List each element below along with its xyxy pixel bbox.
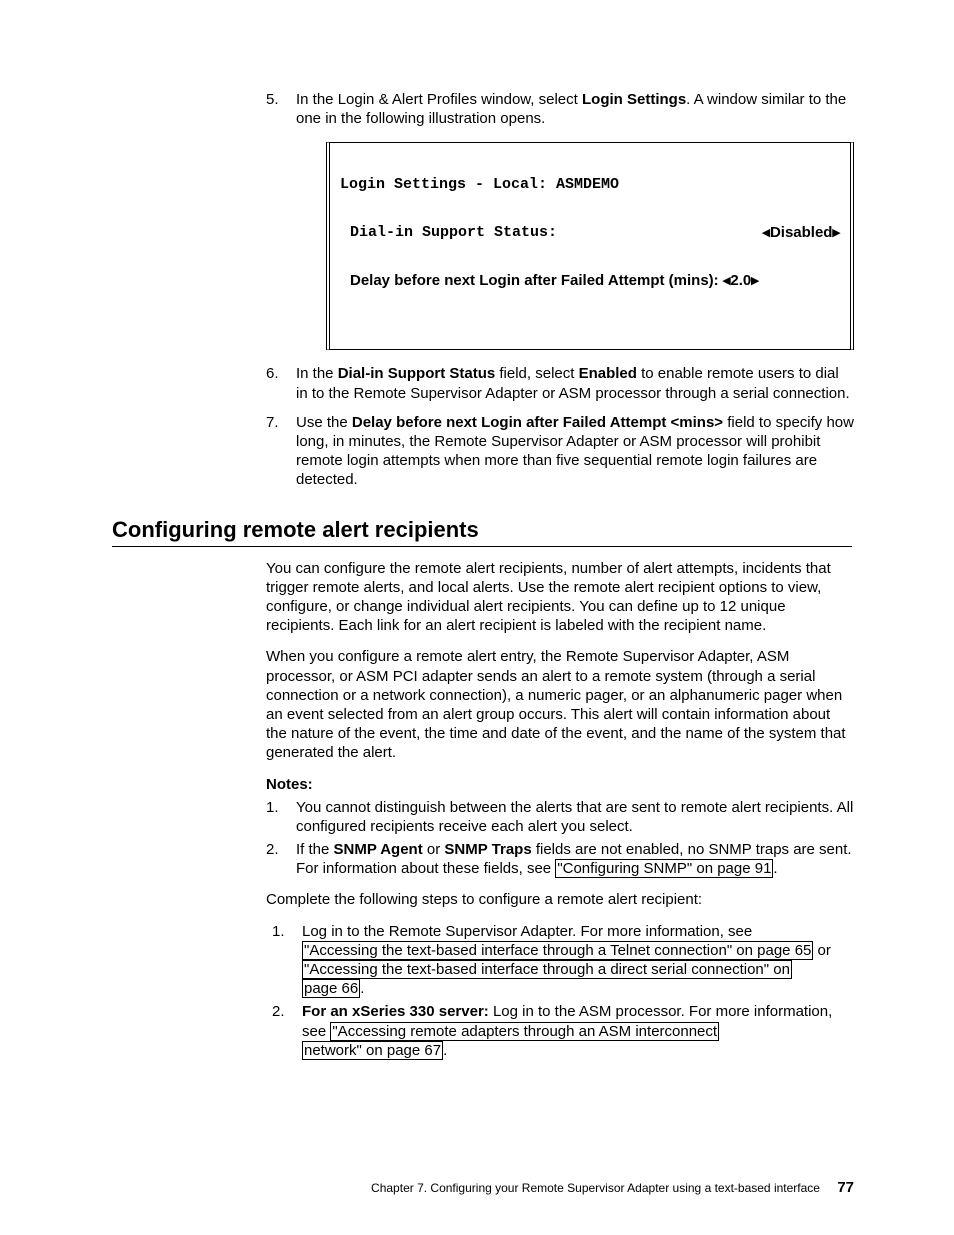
bold-text: SNMP Traps bbox=[444, 841, 531, 858]
step-number: 7. bbox=[266, 413, 279, 432]
page-number: 77 bbox=[837, 1179, 854, 1196]
step-number: 5. bbox=[266, 90, 279, 109]
text: Use the bbox=[296, 414, 352, 431]
cross-reference-link[interactable]: page 66 bbox=[302, 979, 360, 998]
note-item: 1. You cannot distinguish between the al… bbox=[266, 798, 854, 836]
text: . bbox=[773, 860, 777, 877]
terminal-screenshot: Login Settings - Local: ASMDEMO Dial-in … bbox=[326, 142, 854, 350]
text: or bbox=[423, 841, 445, 858]
terminal-line: Dial-in Support Status: bbox=[350, 221, 557, 245]
step-number: 6. bbox=[266, 364, 279, 383]
text: . bbox=[360, 980, 364, 997]
cross-reference-link[interactable]: "Configuring SNMP" on page 91 bbox=[555, 859, 773, 878]
step-item: 1. Log in to the Remote Supervisor Adapt… bbox=[272, 922, 854, 999]
page-footer: Chapter 7. Configuring your Remote Super… bbox=[371, 1178, 854, 1197]
terminal-line: Delay before next Login after Failed Att… bbox=[340, 269, 840, 293]
footer-text: Chapter 7. Configuring your Remote Super… bbox=[371, 1181, 820, 1195]
text: In the Login & Alert Profiles window, se… bbox=[296, 91, 582, 108]
note-number: 1. bbox=[266, 798, 279, 817]
text: or bbox=[813, 942, 831, 959]
note-item: 2. If the SNMP Agent or SNMP Traps field… bbox=[266, 840, 854, 878]
bold-text: Login Settings bbox=[582, 91, 686, 108]
cross-reference-link[interactable]: network" on page 67 bbox=[302, 1041, 443, 1060]
bold-text: SNMP Agent bbox=[334, 841, 423, 858]
cross-reference-link[interactable]: "Accessing the text-based interface thro… bbox=[302, 941, 813, 960]
step-6: 6. In the Dial-in Support Status field, … bbox=[266, 364, 854, 402]
terminal-line: Login Settings - Local: ASMDEMO bbox=[340, 173, 840, 197]
step-5: 5. In the Login & Alert Profiles window,… bbox=[266, 90, 854, 350]
text: You cannot distinguish between the alert… bbox=[296, 799, 853, 835]
paragraph: You can configure the remote alert recip… bbox=[266, 559, 854, 636]
step-7: 7. Use the Delay before next Login after… bbox=[266, 413, 854, 490]
bold-text: Dial-in Support Status bbox=[338, 365, 496, 382]
terminal-value: ◂Disabled▸ bbox=[762, 221, 840, 245]
note-number: 2. bbox=[266, 840, 279, 859]
section-heading: Configuring remote alert recipients bbox=[112, 516, 852, 547]
paragraph: When you configure a remote alert entry,… bbox=[266, 647, 854, 762]
bold-text: Delay before next Login after Failed Att… bbox=[352, 414, 723, 431]
bold-text: For an xSeries 330 server: bbox=[302, 1003, 489, 1020]
text: Log in to the Remote Supervisor Adapter.… bbox=[302, 923, 752, 940]
notes-heading: Notes: bbox=[266, 775, 854, 794]
step-item: 2. For an xSeries 330 server: Log in to … bbox=[272, 1002, 854, 1060]
bold-text: Enabled bbox=[579, 365, 637, 382]
text: If the bbox=[296, 841, 334, 858]
step-number: 2. bbox=[272, 1002, 285, 1021]
cross-reference-link[interactable]: "Accessing remote adapters through an AS… bbox=[330, 1022, 719, 1041]
text: In the bbox=[296, 365, 338, 382]
text: . bbox=[443, 1042, 447, 1059]
paragraph: Complete the following steps to configur… bbox=[266, 890, 854, 909]
cross-reference-link[interactable]: "Accessing the text-based interface thro… bbox=[302, 960, 792, 979]
step-number: 1. bbox=[272, 922, 285, 941]
text: field, select bbox=[495, 365, 578, 382]
